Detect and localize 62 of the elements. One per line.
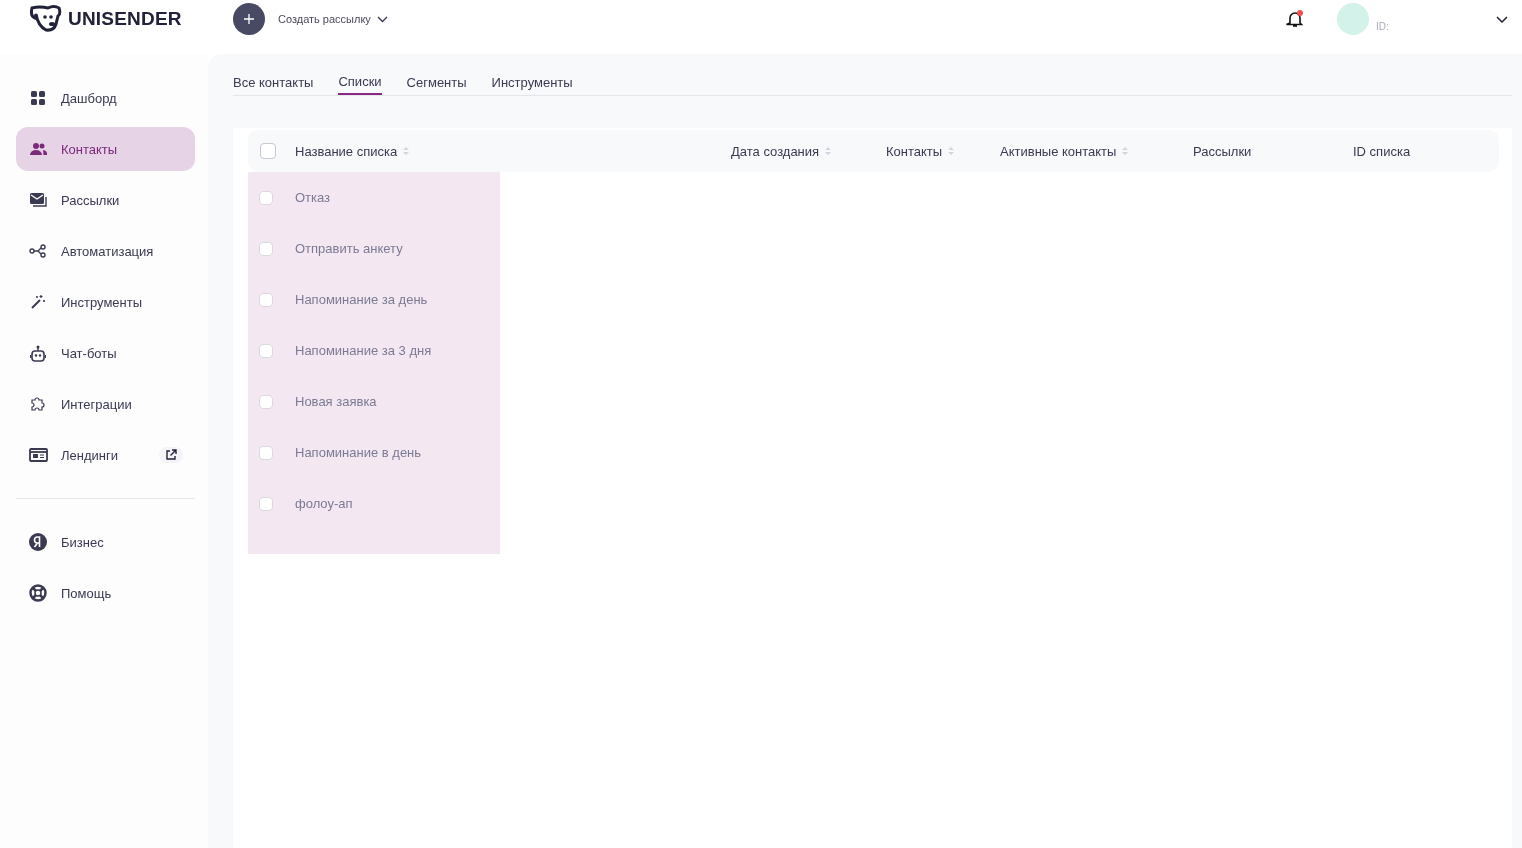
sidebar-item[interactable]: Автоматизация [16, 229, 195, 273]
account-menu-button[interactable] [1496, 15, 1508, 23]
sidebar-item[interactable]: Рассылки [16, 178, 195, 222]
sort-icon[interactable] [948, 146, 955, 156]
row-checkbox[interactable] [259, 343, 273, 358]
sidebar-item[interactable]: Интеграции [16, 382, 195, 426]
chevron-down-icon [1496, 15, 1508, 23]
tab[interactable]: Сегменты [406, 69, 467, 95]
plus-icon [244, 14, 254, 24]
row-checkbox[interactable] [259, 241, 273, 256]
column-header[interactable]: Контакты [886, 143, 943, 159]
row-checkbox[interactable] [259, 394, 273, 409]
list-name[interactable]: Напоминание за день [295, 292, 428, 307]
avatar[interactable] [1337, 3, 1369, 35]
list-name[interactable]: фолоу-ап [295, 496, 353, 511]
sidebar-item[interactable]: Чат-боты [16, 331, 195, 375]
bell-icon [1286, 10, 1304, 28]
add-button[interactable] [233, 3, 265, 35]
column-header: ID списка [1353, 143, 1411, 159]
landing-page-icon [28, 448, 48, 462]
select-all-checkbox[interactable] [260, 143, 276, 159]
column-header: Рассылки [1193, 143, 1252, 159]
list-name[interactable]: Отправить анкету [295, 241, 403, 256]
people-icon [29, 142, 47, 156]
magic-wand-icon [30, 294, 46, 310]
tab[interactable]: Инструменты [491, 69, 573, 95]
list-name[interactable]: Новая заявка [295, 394, 377, 409]
share-nodes-icon [29, 244, 47, 258]
letter-badge-icon [29, 533, 47, 551]
sort-icon[interactable] [403, 146, 410, 156]
row-checkbox[interactable] [259, 445, 273, 460]
lifebuoy-icon [29, 584, 47, 602]
column-header[interactable]: Активные контакты [1000, 143, 1117, 159]
row-checkbox[interactable] [259, 292, 273, 307]
sort-icon[interactable] [825, 146, 832, 156]
sidebar-item[interactable]: Контакты [16, 127, 195, 171]
chevron-down-icon [376, 15, 388, 23]
tab[interactable]: Все контакты [233, 69, 314, 95]
puzzle-icon [30, 396, 46, 412]
robot-icon [30, 344, 46, 362]
create-campaign-dropdown[interactable]: Создать рассылку [278, 13, 388, 25]
sidebar-item[interactable]: Инструменты [16, 280, 195, 324]
column-header[interactable]: Дата создания [731, 143, 820, 159]
column-header[interactable]: Название списка [295, 143, 398, 159]
grid-icon [30, 90, 46, 106]
sidebar-item[interactable]: Лендинги [16, 433, 195, 477]
row-checkbox[interactable] [259, 496, 273, 511]
brand-name: UNISENDER [68, 8, 182, 30]
list-name[interactable]: Отказ [295, 190, 331, 205]
sidebar-item[interactable]: Бизнес [16, 520, 195, 564]
row-checkbox[interactable] [259, 190, 273, 205]
sidebar-item[interactable]: Дашборд [16, 76, 195, 120]
sort-icon[interactable] [1122, 146, 1129, 156]
dog-logo-icon [28, 4, 62, 34]
list-name[interactable]: Напоминание за 3 дня [295, 343, 432, 358]
external-link-icon [165, 449, 177, 461]
list-name[interactable]: Напоминание в день [295, 445, 422, 460]
tab[interactable]: Списки [338, 69, 382, 95]
envelope-icon [29, 192, 47, 208]
notifications-button[interactable] [1286, 10, 1304, 28]
sidebar-item[interactable]: Помощь [16, 571, 195, 615]
account-id-label: ID: [1376, 20, 1390, 32]
